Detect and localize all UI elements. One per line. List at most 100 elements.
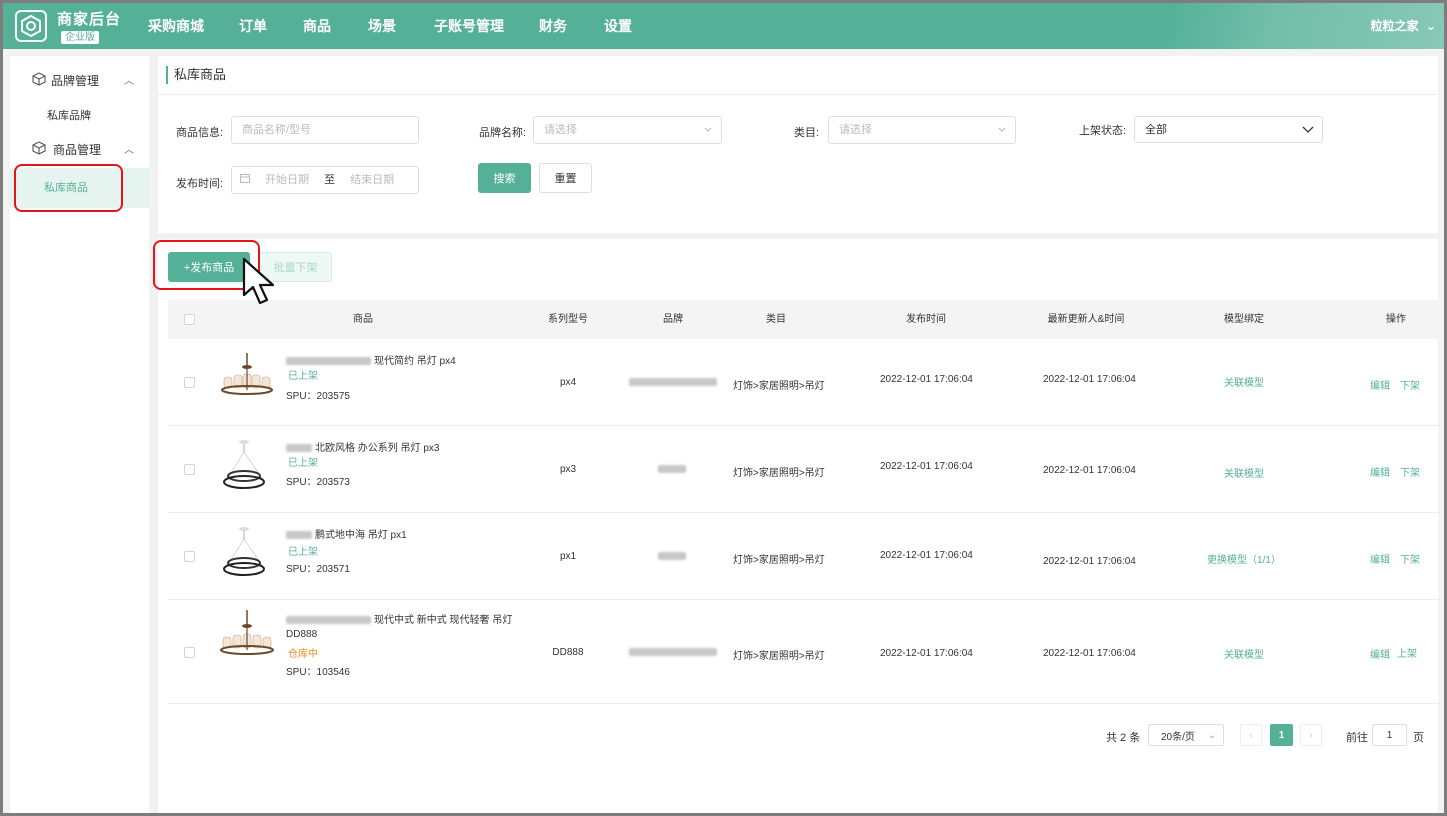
prev-page-button[interactable]: ‹ [1240, 724, 1262, 746]
brand-select-placeholder: 请选择 [544, 124, 577, 136]
product-status: 已上架 [288, 547, 318, 558]
product-category: 灯饰>家居照明>吊灯 [733, 468, 825, 479]
sidebar-group-product[interactable]: 商品管理 ︿ [10, 138, 149, 160]
status-select[interactable]: 全部 [1134, 116, 1323, 143]
product-thumbnail [218, 610, 276, 665]
page-size-select[interactable]: 20条/页 ⌄ [1148, 724, 1224, 746]
nav-item-orders[interactable]: 订单 [239, 3, 267, 49]
highlight-sidebar-active [14, 164, 123, 212]
brand-label: 品牌名称: [479, 127, 527, 139]
user-menu[interactable]: 粒粒之家 ⌄ [1371, 3, 1436, 49]
on-shelf-link[interactable]: 上架 [1397, 645, 1417, 660]
category-select[interactable]: 请选择 [828, 116, 1016, 144]
edit-link[interactable]: 编辑 [1370, 646, 1390, 661]
reset-button[interactable]: 重置 [539, 163, 592, 193]
select-all-checkbox[interactable] [184, 314, 195, 325]
search-button[interactable]: 搜索 [478, 163, 531, 193]
box-icon [32, 140, 48, 158]
model-link[interactable]: 关联模型 [1208, 646, 1280, 661]
row-checkbox[interactable] [184, 647, 195, 658]
chevron-up-icon: ︿ [124, 145, 134, 156]
off-shelf-link[interactable]: 下架 [1400, 551, 1420, 566]
table-row: 现代简约 吊灯 px4 已上架 SPU：203575 px4 灯饰>家居照明>吊… [168, 339, 1440, 426]
box-icon [32, 71, 48, 89]
product-spu: SPU：203571 [286, 564, 350, 575]
brand-title: 商家后台 [57, 11, 122, 28]
product-series: px1 [559, 551, 577, 562]
publish-date-range[interactable]: 开始日期 至 结束日期 [231, 166, 419, 194]
goto-label: 前往 [1346, 732, 1368, 744]
nav-item-settings[interactable]: 设置 [604, 3, 632, 49]
nav-item-products[interactable]: 商品 [303, 3, 331, 49]
nav-item-scenes[interactable]: 场景 [368, 3, 396, 49]
product-thumbnail [218, 438, 276, 493]
edit-link[interactable]: 编辑 [1370, 551, 1390, 566]
product-brand-redacted [629, 647, 717, 658]
product-brand-redacted [629, 377, 717, 388]
top-navigation-bar: 商家后台 企业版 采购商城 订单 商品 场景 子账号管理 财务 设置 粒粒之家 … [3, 3, 1444, 49]
next-page-button[interactable]: › [1300, 724, 1322, 746]
filter-panel: 私库商品 商品信息: 商品名称/型号 品牌名称: 请选择 类目: 请选择 上架状… [158, 56, 1438, 233]
product-name-redacted [286, 616, 371, 625]
product-name-cell: 现代中式 新中式 现代轻奢 吊灯 [286, 611, 512, 626]
chevron-down-icon [703, 117, 713, 153]
product-name-redacted [286, 531, 312, 540]
product-name-cell: 鹏式地中海 吊灯 px1 [286, 526, 407, 541]
nav-item-subaccounts[interactable]: 子账号管理 [434, 3, 504, 49]
table-row: 鹏式地中海 吊灯 px1 已上架 SPU：203571 px1 灯饰>家居照明>… [168, 513, 1440, 600]
user-name: 粒粒之家 [1370, 19, 1419, 33]
row-checkbox[interactable] [184, 377, 195, 388]
divider [158, 94, 1438, 95]
product-info-input[interactable]: 商品名称/型号 [231, 116, 419, 144]
product-series: px4 [559, 377, 577, 388]
page-size-value: 20条/页 [1161, 731, 1195, 743]
sidebar-group-label: 品牌管理 [51, 73, 100, 88]
end-date-input[interactable]: 结束日期 [350, 174, 394, 186]
product-published: 2022-12-01 17:06:04 [880, 550, 973, 561]
off-shelf-link[interactable]: 下架 [1400, 464, 1420, 479]
product-name: 北欧风格 办公系列 吊灯 px3 [315, 443, 440, 454]
chevron-down-icon: ⌄ [1207, 729, 1216, 741]
column-header-series: 系列型号 [548, 314, 588, 325]
brand-select[interactable]: 请选择 [533, 116, 722, 144]
product-name-redacted [286, 357, 371, 366]
off-shelf-link[interactable]: 下架 [1400, 377, 1420, 392]
column-header-model: 模型绑定 [1224, 314, 1264, 325]
row-checkbox[interactable] [184, 551, 195, 562]
nav-item-mall[interactable]: 采购商城 [148, 3, 204, 49]
column-header-publish-time: 发布时间 [906, 314, 946, 325]
edit-link[interactable]: 编辑 [1370, 464, 1390, 479]
goto-page-input[interactable]: 1 [1372, 724, 1407, 746]
status-select-value: 全部 [1145, 124, 1167, 136]
model-link[interactable]: 关联模型 [1208, 465, 1280, 480]
sidebar-item-private-brand[interactable]: 私库品牌 [10, 107, 149, 123]
start-date-input[interactable]: 开始日期 [265, 174, 309, 186]
nav-item-finance[interactable]: 财务 [539, 3, 567, 49]
product-info-label: 商品信息: [176, 127, 224, 139]
product-brand-redacted [658, 464, 686, 475]
mouse-pointer-icon [241, 257, 281, 307]
sidebar-group-label: 商品管理 [53, 142, 102, 157]
model-link[interactable]: 关联模型 [1208, 374, 1280, 389]
replace-model-link[interactable]: 更换模型（1/1） [1198, 551, 1290, 566]
product-category: 灯饰>家居照明>吊灯 [733, 651, 825, 662]
product-category: 灯饰>家居照明>吊灯 [733, 555, 825, 566]
product-list-panel: +发布商品 批量下架 商品 系列型号 品牌 类目 发布时间 最新更新人&时间 模… [158, 239, 1440, 813]
product-updated: 2022-12-01 17:06:04 [1043, 648, 1136, 659]
product-name: 现代简约 吊灯 px4 [374, 356, 456, 367]
page-number-current[interactable]: 1 [1270, 724, 1293, 746]
product-updated: 2022-12-01 17:06:04 [1043, 556, 1136, 567]
edit-link[interactable]: 编辑 [1370, 377, 1390, 392]
app-window: 商家后台 企业版 采购商城 订单 商品 场景 子账号管理 财务 设置 粒粒之家 … [0, 0, 1447, 816]
table-row: 北欧风格 办公系列 吊灯 px3 已上架 SPU：203573 px3 灯饰>家… [168, 426, 1440, 513]
sidebar-group-brand[interactable]: 品牌管理 ︿ [10, 69, 149, 91]
product-thumbnail [218, 525, 276, 580]
product-spu: SPU：203575 [286, 391, 350, 402]
brand: 商家后台 企业版 [57, 8, 121, 44]
range-separator: 至 [324, 174, 336, 186]
row-checkbox[interactable] [184, 464, 195, 475]
chevron-down-icon [1302, 117, 1314, 153]
column-header-product: 商品 [353, 314, 373, 325]
publish-time-label: 发布时间: [176, 178, 224, 190]
column-header-actions: 操作 [1386, 314, 1406, 325]
